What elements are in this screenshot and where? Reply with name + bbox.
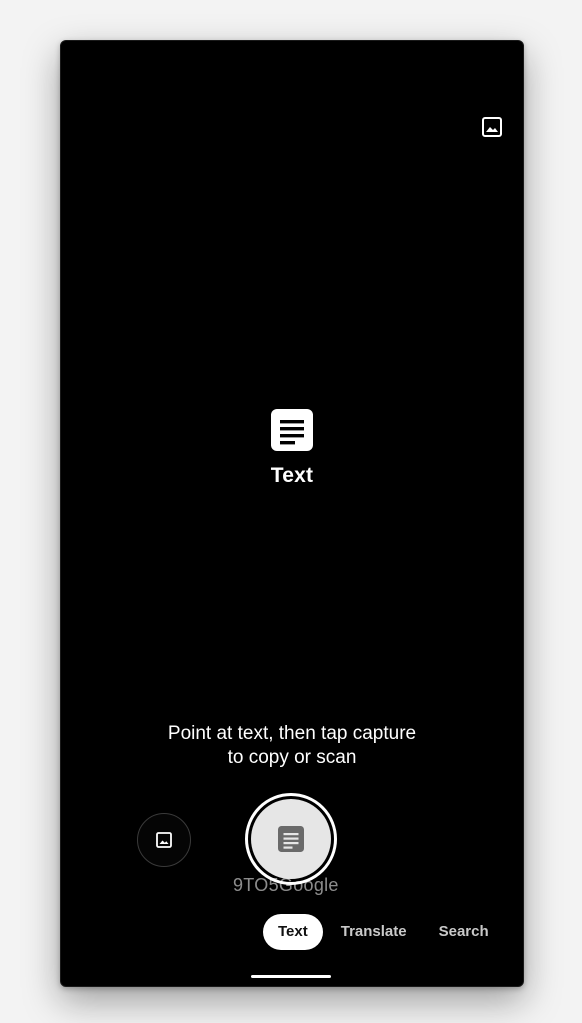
capture-hint: Point at text, then tap capture to copy …	[61, 722, 523, 770]
stage: Text Point at text, then tap capture to …	[0, 0, 582, 1023]
tab-translate[interactable]: Translate	[331, 914, 417, 950]
watermark: 9TO5Google	[233, 875, 339, 895]
gallery-button[interactable]	[137, 813, 191, 867]
mode-tabs: Text Translate Search	[263, 914, 499, 950]
text-document-icon	[278, 826, 304, 852]
phone-screen: Text Point at text, then tap capture to …	[60, 40, 524, 987]
shutter-button[interactable]	[245, 793, 337, 885]
hint-line-2: to copy or scan	[227, 747, 357, 768]
shutter-inner	[251, 799, 331, 879]
mode-title: Text	[270, 464, 314, 487]
home-indicator[interactable]	[251, 975, 331, 978]
image-icon	[156, 832, 172, 848]
mode-indicator: Text	[61, 409, 523, 488]
tab-search[interactable]: Search	[429, 914, 499, 950]
gallery-image-icon[interactable]	[481, 116, 503, 138]
tab-text[interactable]: Text	[263, 914, 323, 950]
hint-line-1: Point at text, then tap capture	[167, 723, 417, 744]
text-document-icon	[271, 409, 313, 451]
